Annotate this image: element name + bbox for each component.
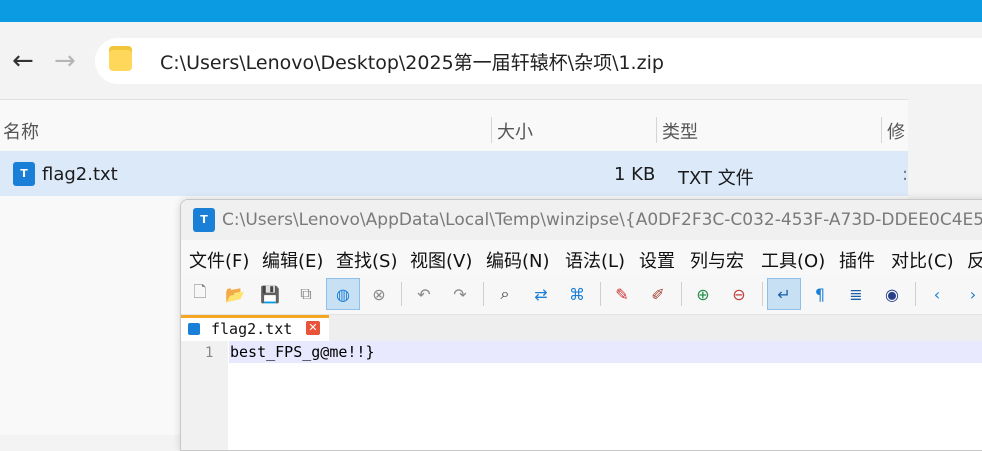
column-header-size[interactable]: 大小	[497, 118, 533, 144]
column-separator[interactable]	[491, 117, 492, 143]
notepad-title: C:\Users\Lenovo\AppData\Local\Temp\winzi…	[222, 210, 982, 230]
tab-label: flag2.txt	[211, 320, 293, 338]
menu-macro[interactable]: 列与宏	[690, 247, 744, 273]
toolbar-separator	[762, 282, 763, 306]
file-type: TXT 文件	[678, 168, 754, 189]
toolbar-separator	[681, 282, 682, 306]
column-header-name[interactable]: 名称	[3, 118, 39, 144]
clear-mark-icon[interactable]: ✐	[641, 278, 675, 310]
undo-icon[interactable]: ↶	[407, 278, 441, 310]
zoom-in-icon[interactable]: ⊕	[686, 278, 720, 310]
word-wrap-icon[interactable]: ↵	[767, 278, 801, 310]
file-name[interactable]: flag2.txt	[42, 164, 118, 185]
notepad-toolbar: 🗋 📂 💾 ⧉ ◍ ⊗ ↶ ↷ ⌕ ⇄ ⌘ ✎ ✐ ⊕ ⊖ ↵ ¶ ≣ ◉ ‹ …	[181, 274, 982, 315]
menu-language[interactable]: 语法(L)	[565, 247, 625, 273]
folder-icon	[109, 46, 132, 71]
indent-guide-icon[interactable]: ≣	[839, 278, 873, 310]
menu-settings[interactable]: 设置	[639, 247, 675, 273]
column-separator[interactable]	[881, 117, 882, 143]
forward-arrow-icon[interactable]: →	[54, 46, 76, 76]
redo-icon[interactable]: ↷	[443, 278, 477, 310]
menu-encoding[interactable]: 编码(N)	[486, 247, 550, 273]
line-number: 1	[205, 345, 214, 361]
tab-close-icon[interactable]: ✕	[306, 321, 320, 335]
back-arrow-icon[interactable]: ←	[12, 46, 34, 76]
column-header-modified[interactable]: 修	[887, 118, 905, 144]
menu-edit[interactable]: 编辑(E)	[262, 247, 323, 273]
window-top-strip	[0, 0, 982, 22]
toolbar-separator	[401, 282, 402, 306]
next-icon[interactable]: ›	[956, 278, 982, 310]
tab-file-icon	[188, 323, 200, 335]
replace-icon[interactable]: ⇄	[524, 278, 558, 310]
file-size: 1 KB	[614, 164, 656, 185]
column-separator[interactable]	[656, 117, 657, 143]
mark-icon[interactable]: ✎	[605, 278, 639, 310]
editor-line-content[interactable]: best_FPS_g@me!!}	[230, 343, 375, 361]
toolbar-separator	[483, 282, 484, 306]
new-file-icon[interactable]: 🗋	[183, 278, 217, 310]
file-row-flag2[interactable]	[0, 151, 908, 196]
address-path[interactable]: C:\Users\Lenovo\Desktop\2025第一届轩辕杯\杂项\1.…	[160, 48, 664, 75]
notepad-window: T C:\Users\Lenovo\AppData\Local\Temp\win…	[180, 199, 982, 451]
notepad-tabbar: flag2.txt ✕	[181, 315, 982, 341]
tab-flag2[interactable]: flag2.txt ✕	[181, 315, 329, 341]
file-modified: :	[902, 164, 909, 185]
menu-compare[interactable]: 对比(C)	[891, 247, 954, 273]
menu-plugins[interactable]: 插件	[839, 247, 875, 273]
doc-map-icon[interactable]: ◉	[875, 278, 909, 310]
find-icon[interactable]: ⌕	[488, 278, 522, 310]
column-header-type[interactable]: 类型	[662, 118, 698, 144]
zoom-out-icon[interactable]: ⊖	[722, 278, 756, 310]
close-file-icon[interactable]: ◍	[326, 278, 360, 310]
toolbar-separator	[600, 282, 601, 306]
save-icon[interactable]: 💾	[253, 278, 287, 310]
bookmark-icon[interactable]: ⌘	[560, 278, 594, 310]
menu-file[interactable]: 文件(F)	[189, 247, 249, 273]
txt-file-icon: T	[13, 162, 35, 186]
previous-icon[interactable]: ‹	[920, 278, 954, 310]
open-file-icon[interactable]: 📂	[218, 278, 252, 310]
save-all-icon[interactable]: ⧉	[289, 278, 323, 310]
show-all-chars-icon[interactable]: ¶	[803, 278, 837, 310]
menu-tools[interactable]: 工具(O)	[761, 247, 825, 273]
menu-partial[interactable]: 反	[967, 247, 982, 273]
toolbar-separator	[915, 282, 916, 306]
close-all-icon[interactable]: ⊗	[362, 278, 396, 310]
notepad-app-icon: T	[193, 208, 215, 232]
menu-search[interactable]: 查找(S)	[336, 247, 397, 273]
menu-view[interactable]: 视图(V)	[410, 247, 472, 273]
